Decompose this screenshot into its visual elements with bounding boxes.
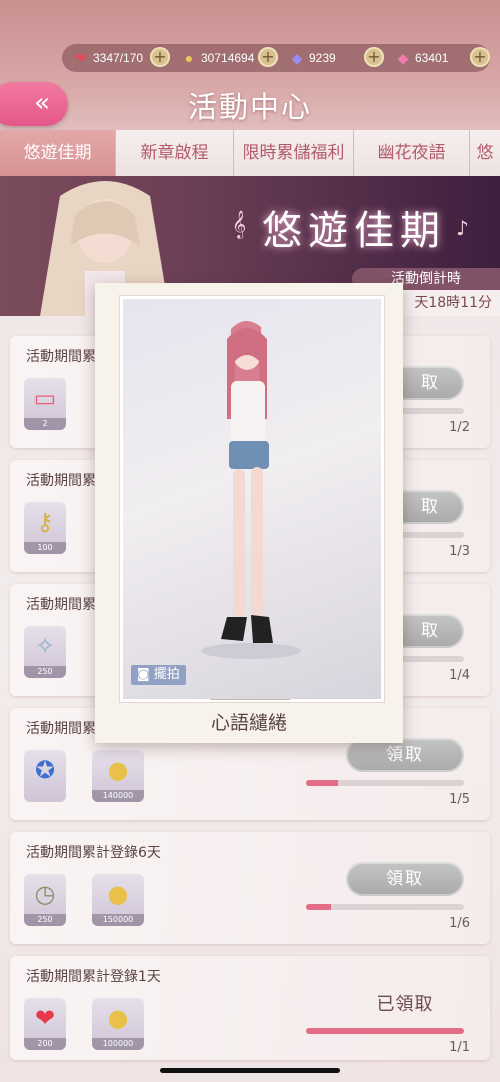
pink-diamond-value: 63401: [415, 51, 449, 65]
heart-icon: ❤: [34, 1004, 56, 1032]
progress-track: [306, 904, 464, 910]
task-title: 活動期間累: [26, 721, 96, 737]
add-coin-button[interactable]: +: [258, 47, 278, 67]
reward-item[interactable]: ❤ 200: [24, 998, 66, 1050]
pink-diamond-icon: ◆: [397, 50, 409, 66]
reward-item[interactable]: ◷ 250: [24, 874, 66, 926]
cat-coin-icon: ●: [107, 756, 129, 784]
progress-fill: [306, 1028, 464, 1034]
progress-text: 1/6: [449, 916, 470, 931]
stamina-value: 3347/170: [93, 51, 144, 65]
clock-icon: ◷: [34, 880, 56, 908]
blue-diamond-icon: ◆: [291, 50, 303, 66]
blue-diamond-value: 9239: [309, 51, 336, 65]
resource-blue-diamond: ◆ 9239: [288, 48, 336, 68]
reward-qty: 250: [24, 914, 66, 926]
progress-text: 1/1: [449, 1040, 470, 1055]
progress-track: [306, 780, 464, 786]
add-stamina-button[interactable]: +: [150, 47, 170, 67]
add-blue-diamond-button[interactable]: +: [364, 47, 384, 67]
cat-coin-icon: ●: [107, 880, 129, 908]
photo-pose-button[interactable]: ◙ 擺拍: [131, 665, 186, 685]
reward-item[interactable]: ✪: [24, 750, 66, 802]
reward-qty: 140000: [92, 790, 144, 802]
page-title: 活動中心: [187, 90, 312, 124]
key-icon: ⚷: [36, 508, 54, 536]
reward-item[interactable]: ✧ 250: [24, 626, 66, 678]
progress-text: 1/5: [449, 792, 470, 807]
task-card: 活動期間累計登錄1天 ❤ 200 ● 100000 已領取 1/1: [10, 956, 490, 1060]
reward-qty: 100: [24, 542, 66, 554]
claim-button[interactable]: 領取: [346, 862, 464, 896]
outfit-name: 心語繾綣: [210, 712, 287, 734]
banner-title: 悠遊佳期: [262, 208, 446, 254]
reward-item[interactable]: ● 150000: [92, 874, 144, 926]
claim-button[interactable]: 領取: [346, 738, 464, 772]
reward-qty: 2: [24, 418, 66, 430]
task-title: 活動期間累: [26, 473, 96, 489]
tab-limited-recharge[interactable]: 限時累儲福利: [234, 130, 354, 176]
tab-youyou[interactable]: 悠遊佳期: [0, 130, 116, 176]
tab-bar: 悠遊佳期 新章啟程 限時累儲福利 幽花夜語 悠: [0, 130, 500, 178]
cat-coin-icon: ●: [107, 1004, 129, 1032]
character-figure: [201, 320, 301, 659]
progress-fill: [306, 904, 332, 910]
tab-night-flower[interactable]: 幽花夜語: [354, 130, 470, 176]
home-indicator: [160, 1068, 340, 1073]
progress-track: [306, 1028, 464, 1034]
reward-qty: 200: [24, 1038, 66, 1050]
photo-pose-label: 擺拍: [153, 667, 180, 682]
cat-coin-icon: ●: [184, 50, 194, 66]
wand-icon: ✧: [34, 632, 56, 660]
ornament-divider: [210, 699, 290, 700]
camera-icon: ◙: [137, 667, 154, 682]
music-note-icon: 𝄞: [232, 210, 247, 238]
reward-item[interactable]: ● 100000: [92, 998, 144, 1050]
resource-coin: ● 30714694: [180, 48, 255, 68]
task-title: 活動期間累: [26, 597, 96, 613]
reward-qty: [24, 790, 66, 802]
resource-stamina: ❤ 3347/170: [72, 48, 143, 68]
reward-qty: 150000: [92, 914, 144, 926]
progress-text: 1/4: [449, 668, 470, 683]
music-note-icon: ♪: [456, 216, 469, 240]
task-title: 活動期間累計登錄1天: [26, 969, 161, 985]
badge-icon: ✪: [34, 756, 56, 784]
ticket-icon: ▭: [33, 384, 57, 412]
outfit-preview-image: [120, 296, 384, 702]
add-pink-diamond-button[interactable]: +: [470, 47, 490, 67]
progress-text: 1/3: [449, 544, 470, 559]
tab-more[interactable]: 悠: [470, 130, 500, 176]
reward-item[interactable]: ⚷ 100: [24, 502, 66, 554]
claimed-label: 已領取: [376, 994, 434, 1015]
progress-text: 1/2: [449, 420, 470, 435]
reward-item[interactable]: ● 140000: [92, 750, 144, 802]
reward-qty: 100000: [92, 1038, 144, 1050]
resource-pink-diamond: ◆ 63401: [394, 48, 449, 68]
tab-new-chapter[interactable]: 新章啟程: [116, 130, 234, 176]
progress-fill: [306, 780, 338, 786]
task-title: 活動期間累計登錄6天: [26, 845, 161, 861]
coin-value: 30714694: [201, 51, 255, 65]
heart-icon: ❤: [75, 50, 87, 66]
reward-qty: 250: [24, 666, 66, 678]
task-title: 活動期間累: [26, 349, 96, 365]
reward-item[interactable]: ▭ 2: [24, 378, 66, 430]
task-card: 活動期間累計登錄6天 ◷ 250 ● 150000 領取 1/6: [10, 832, 490, 944]
